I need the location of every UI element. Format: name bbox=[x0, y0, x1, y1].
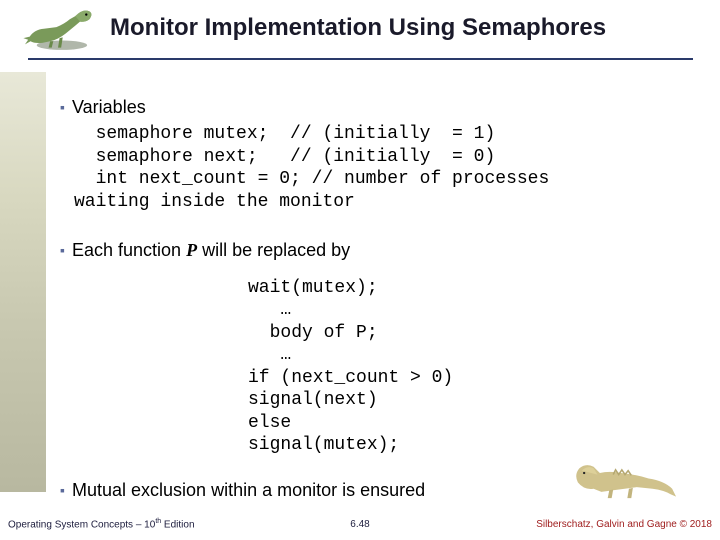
dinosaur-logo-icon bbox=[18, 2, 98, 57]
bullet-icon: ▪ bbox=[60, 96, 72, 116]
left-sidebar-decoration bbox=[0, 72, 46, 492]
slide-title: Monitor Implementation Using Semaphores bbox=[110, 14, 606, 42]
bullet-icon: ▪ bbox=[60, 479, 72, 499]
bullet-icon: ▪ bbox=[60, 239, 72, 259]
slide-footer: Operating System Concepts – 10th Edition… bbox=[0, 500, 720, 540]
bullet-each-function: Each function P will be replaced by bbox=[72, 239, 350, 262]
slide-content: ▪ Variables semaphore mutex; // (initial… bbox=[60, 96, 700, 506]
code-variables: semaphore mutex; // (initially = 1) sema… bbox=[74, 123, 700, 213]
bullet-mutual-exclusion: Mutual exclusion within a monitor is ens… bbox=[72, 479, 425, 502]
bullet-variables: Variables bbox=[72, 96, 146, 119]
title-underline bbox=[28, 58, 693, 60]
dinosaur-footer-icon bbox=[570, 451, 680, 506]
footer-copyright: Silberschatz, Galvin and Gagne © 2018 bbox=[536, 519, 712, 530]
code-function-body: wait(mutex); … body of P; … if (next_cou… bbox=[248, 277, 700, 457]
